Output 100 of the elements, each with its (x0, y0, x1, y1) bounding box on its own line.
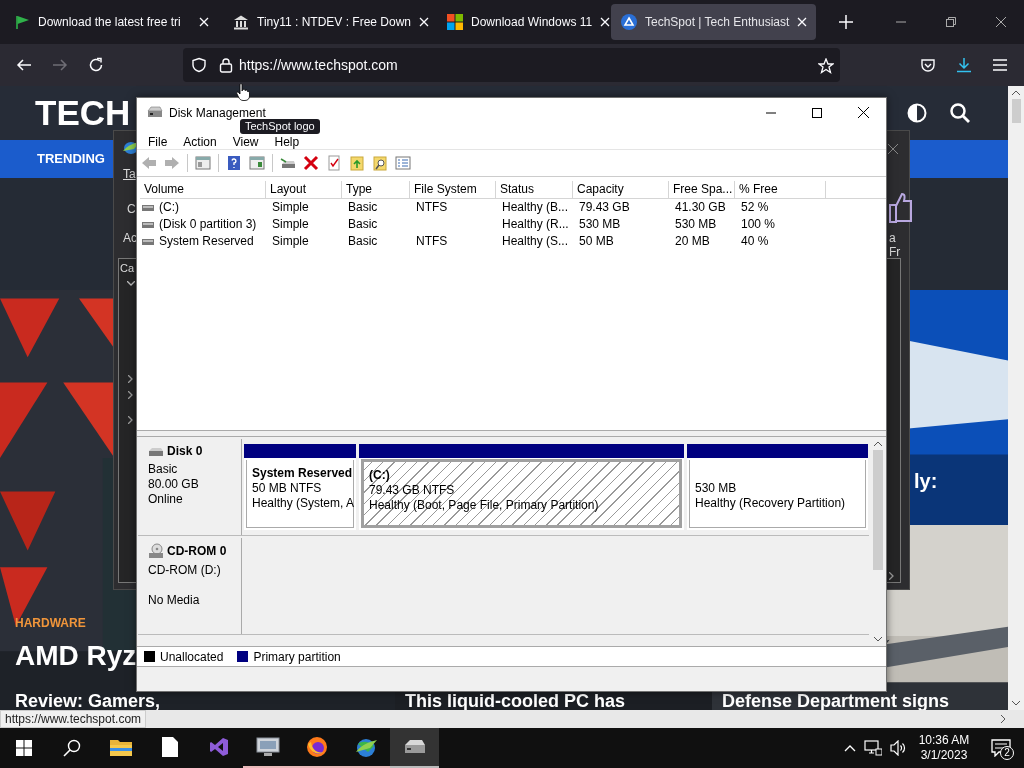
notification-icon[interactable] (991, 739, 1011, 757)
menu-item[interactable]: File (141, 136, 175, 149)
browser-tab[interactable]: Download Windows 11 (437, 4, 607, 40)
partition-size: 50 MB NTFS (252, 481, 323, 496)
search-icon[interactable] (950, 103, 970, 123)
download-icon[interactable] (956, 57, 972, 73)
disk-type: CD-ROM (D:) (148, 563, 221, 577)
start-icon[interactable] (16, 740, 32, 756)
column-header[interactable]: Capacity (573, 181, 669, 199)
chevron-down-icon[interactable] (127, 281, 135, 286)
column-header[interactable]: Free Spa... (669, 181, 735, 199)
scrollbar-thumb[interactable] (1011, 99, 1021, 123)
table-cell: 100 % (741, 216, 776, 233)
chevron-up-icon[interactable] (844, 744, 856, 752)
legend-label: Unallocated (160, 648, 224, 666)
table-cell: Basic (348, 199, 378, 216)
back-arrow-icon[interactable] (16, 57, 32, 73)
partition-block[interactable]: 530 MB Healthy (Recovery Partition) (687, 444, 868, 530)
table-cell: Simple (272, 216, 309, 233)
column-header[interactable]: File System (410, 181, 496, 199)
browser-tab[interactable]: TechSpot | Tech Enthusiast (611, 4, 816, 40)
column-header[interactable]: % Free (735, 181, 826, 199)
dialog-text: C (127, 202, 136, 216)
maximize-icon[interactable] (812, 107, 822, 118)
scroll-down-icon[interactable] (873, 637, 882, 642)
table-cell: Simple (272, 199, 309, 216)
network-icon[interactable] (864, 740, 882, 756)
scroll-right-icon[interactable] (1001, 715, 1006, 723)
menu-item[interactable]: View (225, 136, 266, 149)
close-icon[interactable] (996, 17, 1006, 27)
new-tab-icon[interactable] (839, 15, 853, 29)
disk-status: Online (148, 491, 183, 506)
site-logo[interactable]: TECH (35, 86, 131, 140)
disc-drive-icon (148, 543, 164, 559)
notification-count: 2 (1000, 746, 1014, 760)
chevron-right-icon[interactable] (889, 572, 894, 580)
table-cell: NTFS (416, 199, 448, 216)
scroll-up-icon[interactable] (1012, 90, 1020, 95)
volume-icon[interactable] (890, 740, 906, 756)
volume-icon (142, 238, 154, 245)
restore-icon[interactable] (946, 17, 956, 27)
table-cell: Basic (348, 216, 378, 233)
column-header[interactable]: Ca (120, 261, 135, 275)
thumbs-up-icon[interactable] (888, 191, 912, 223)
checklist-icon[interactable] (326, 155, 342, 171)
column-header[interactable]: Volume (140, 181, 266, 199)
address-bar[interactable]: https://www.techspot.com (183, 48, 840, 82)
table-cell: 41.30 GB (675, 199, 726, 216)
browser-tab[interactable]: Download the latest free tri (4, 4, 219, 40)
delete-icon[interactable] (303, 155, 319, 171)
folder-search-icon[interactable] (372, 155, 388, 171)
table-cell: Simple (272, 233, 309, 250)
disk-status: No Media (148, 593, 200, 607)
panel-icon[interactable] (249, 155, 265, 171)
shield-icon[interactable] (191, 57, 207, 73)
trending-link[interactable]: TRENDING (37, 149, 105, 169)
close-icon[interactable] (857, 107, 869, 118)
drive-icon[interactable] (280, 155, 296, 171)
partition-block[interactable]: System Reserved 50 MB NTFS Healthy (System, A (244, 444, 356, 530)
scroll-down-icon[interactable] (1012, 701, 1020, 706)
table-cell: NTFS (416, 233, 448, 250)
partition-block[interactable]: (C:) 79.43 GB NTFS Healthy (Boot, Page File, Primary Partition) (359, 444, 684, 530)
disk-type: Basic (148, 461, 178, 476)
reload-icon[interactable] (88, 57, 104, 73)
search-icon[interactable] (63, 739, 81, 757)
panel-icon[interactable] (195, 155, 211, 171)
headline[interactable]: Review: Gamers, (15, 692, 161, 710)
menu-item[interactable]: Action (176, 136, 224, 149)
category-label: HARDWARE (15, 615, 86, 632)
infinity-logo-icon (208, 737, 229, 757)
table-cell: Healthy (R... (502, 216, 569, 233)
column-header[interactable]: Type (342, 181, 410, 199)
flag-icon (14, 14, 30, 30)
contrast-icon[interactable] (907, 103, 927, 123)
help-icon[interactable] (226, 155, 242, 171)
folder-up-icon[interactable] (349, 155, 365, 171)
browser-tab[interactable]: Tiny11 : NTDEV : Free Down (223, 4, 433, 40)
clock[interactable]: 10:36 AM 3/1/2023 (914, 728, 974, 768)
menu-item[interactable]: Help (267, 136, 307, 149)
document-icon (161, 737, 178, 757)
headline[interactable]: ly: (914, 470, 938, 492)
dialog-tab[interactable]: Ta (123, 167, 136, 181)
menu-icon[interactable] (992, 57, 1008, 73)
dialog-text: Ac (123, 231, 137, 245)
star-icon[interactable] (818, 57, 834, 74)
column-header[interactable]: Status (496, 181, 573, 199)
scrollbar-thumb[interactable] (872, 450, 883, 570)
table-cell: 52 % (741, 199, 769, 216)
disk-name: CD-ROM 0 (167, 543, 227, 559)
circle-logo-icon (621, 14, 637, 30)
headline[interactable]: AMD Ryz (15, 640, 137, 672)
taskbar-app[interactable] (390, 728, 439, 768)
chevron-right-icon[interactable] (128, 416, 133, 424)
pocket-icon[interactable] (920, 57, 936, 73)
status-url: https://www.techspot.com (0, 710, 147, 728)
volume-icon (142, 204, 154, 211)
globe-icon (353, 736, 378, 758)
column-header[interactable]: Layout (266, 181, 342, 199)
lock-icon[interactable] (219, 57, 233, 73)
scroll-up-icon[interactable] (873, 441, 882, 446)
